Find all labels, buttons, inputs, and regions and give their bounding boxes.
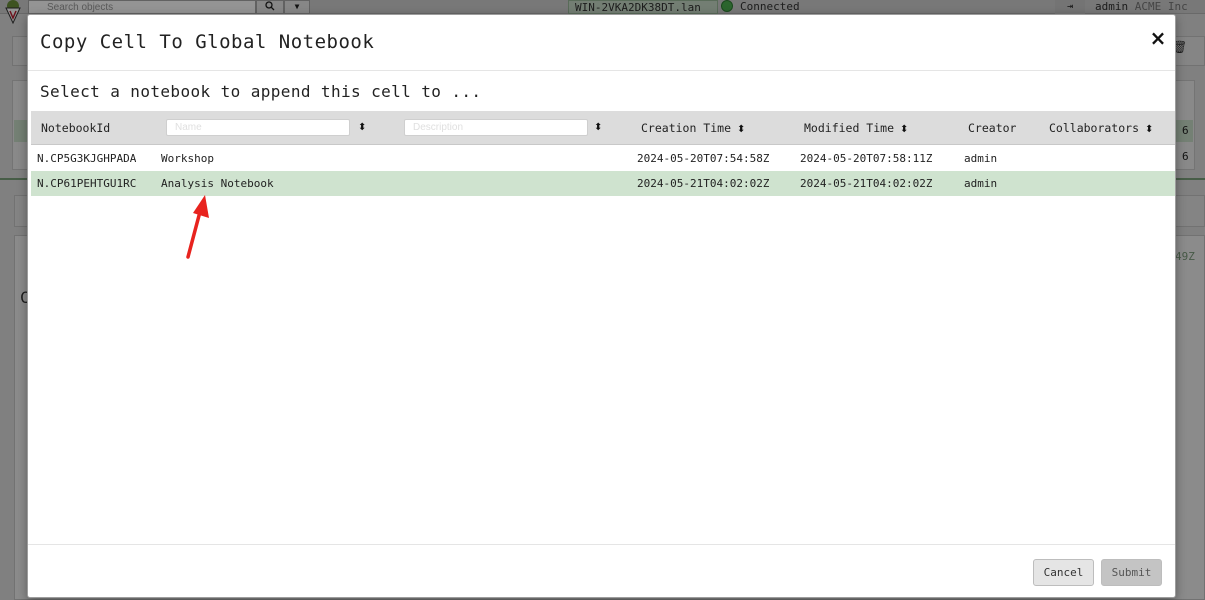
cell-notebook-id: N.CP61PEHTGU1RC bbox=[37, 177, 137, 190]
column-header-creator[interactable]: Creator bbox=[968, 111, 1016, 145]
sort-icon[interactable]: ⬍ bbox=[594, 111, 602, 145]
column-header-notebookid[interactable]: NotebookId bbox=[41, 111, 110, 145]
sort-icon: ⬍ bbox=[900, 124, 909, 135]
cell-creation-time: 2024-05-21T04:02:02Z bbox=[637, 177, 770, 190]
column-header-creation-time[interactable]: Creation Time ⬍ bbox=[641, 111, 745, 145]
annotation-arrow-icon bbox=[186, 195, 209, 259]
table-row[interactable]: N.CP5G3KJGHPADA Workshop 2024-05-20T07:5… bbox=[31, 146, 1175, 171]
notebook-table: NotebookId ⬍ ⬍ Creation Time ⬍ Modified T… bbox=[31, 111, 1175, 541]
cell-modified-time: 2024-05-21T04:02:02Z bbox=[800, 177, 933, 190]
column-label: NotebookId bbox=[41, 121, 111, 135]
description-filter-input[interactable] bbox=[404, 119, 588, 136]
cell-modified-time: 2024-05-20T07:58:11Z bbox=[800, 152, 933, 165]
sort-icon: ⬍ bbox=[1145, 124, 1154, 135]
cell-creator: admin bbox=[964, 177, 998, 190]
column-label: Collaborators bbox=[1049, 121, 1140, 135]
cell-creation-time: 2024-05-20T07:54:58Z bbox=[637, 152, 770, 165]
close-icon[interactable]: × bbox=[1148, 26, 1168, 50]
cell-notebook-id: N.CP5G3KJGHPADA bbox=[37, 152, 137, 165]
sort-icon: ⬍ bbox=[737, 124, 746, 135]
name-filter-input[interactable] bbox=[166, 119, 350, 136]
dialog-footer: Cancel Submit bbox=[28, 544, 1175, 599]
column-label: Creation Time bbox=[641, 121, 732, 135]
column-header-collaborators[interactable]: Collaborators ⬍ bbox=[1049, 111, 1153, 145]
dialog-header: Copy Cell To Global Notebook × bbox=[28, 15, 1175, 71]
dialog-instruction: Select a notebook to append this cell to… bbox=[40, 82, 482, 101]
cell-creator: admin bbox=[964, 152, 998, 165]
sort-icon[interactable]: ⬍ bbox=[358, 111, 366, 145]
column-label: Modified Time bbox=[804, 121, 895, 135]
cell-name: Workshop bbox=[161, 152, 214, 165]
column-label: Creator bbox=[968, 121, 1017, 135]
copy-cell-dialog: Copy Cell To Global Notebook × Select a … bbox=[27, 14, 1176, 598]
submit-button[interactable]: Submit bbox=[1101, 559, 1162, 586]
column-header-modified-time[interactable]: Modified Time ⬍ bbox=[804, 111, 908, 145]
dialog-title: Copy Cell To Global Notebook bbox=[40, 31, 375, 53]
cancel-button[interactable]: Cancel bbox=[1033, 559, 1094, 586]
table-header: NotebookId ⬍ ⬍ Creation Time ⬍ Modified T… bbox=[31, 111, 1175, 145]
